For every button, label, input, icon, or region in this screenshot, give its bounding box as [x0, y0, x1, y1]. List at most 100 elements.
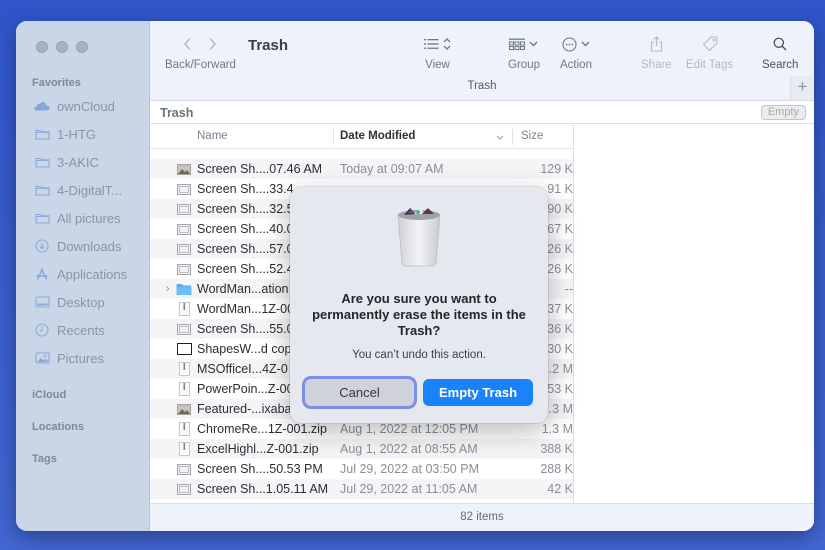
cancel-button[interactable]: Cancel	[305, 379, 414, 406]
screenshot-icon	[176, 202, 192, 216]
file-date-modified: Aug 1, 2022 at 08:55 AM	[340, 442, 478, 456]
file-name: ChromeRe...1Z-001.zip	[197, 422, 327, 436]
file-size: 42 K	[547, 482, 573, 496]
sidebar-item-desktop[interactable]: Desktop	[34, 291, 105, 313]
sidebar-item-downloads[interactable]: Downloads	[34, 235, 121, 257]
file-name: WordMan...ation	[197, 282, 289, 296]
zip-file-icon	[176, 302, 192, 316]
file-row[interactable]: ExcelHighl...Z-001.zip Aug 1, 2022 at 08:…	[150, 439, 573, 459]
sidebar-section-icloud[interactable]: iCloud	[32, 389, 66, 401]
file-size: 1.3 M	[541, 422, 573, 436]
photo-icon	[34, 351, 50, 365]
disclosure-triangle-icon[interactable]: ›	[166, 283, 170, 295]
file-row[interactable]: Screen Sh...1.05.11 AM Jul 29, 2022 at 11…	[150, 479, 573, 499]
chevron-up-down-icon	[443, 38, 451, 50]
screenshot-icon	[176, 242, 192, 256]
file-size: 30 K	[547, 342, 573, 356]
trash-full-icon	[397, 207, 441, 267]
clock-icon	[34, 323, 50, 337]
close-window-button[interactable]	[36, 41, 48, 53]
file-size: 26 K	[547, 242, 573, 256]
file-size: 53 K	[547, 382, 573, 396]
cloud-icon	[34, 99, 50, 113]
file-name: ShapesW...d cop	[197, 342, 292, 356]
forward-button[interactable]	[208, 37, 217, 51]
file-name: Screen Sh....57.0	[197, 242, 294, 256]
sidebar-item-recents[interactable]: Recents	[34, 319, 105, 341]
back-forward-control: Back/Forward	[165, 33, 236, 71]
folder-icon	[34, 211, 50, 225]
sidebar-item-3-akic[interactable]: 3-AKIC	[34, 151, 99, 173]
file-row[interactable]: Screen Sh....50.53 PM Jul 29, 2022 at 03:…	[150, 459, 573, 479]
chevron-down-icon	[529, 41, 538, 47]
file-name: Screen Sh....07.46 AM	[197, 162, 323, 176]
sidebar-section-locations[interactable]: Locations	[32, 421, 84, 433]
new-tab-button[interactable]: +	[790, 76, 814, 100]
action-button[interactable]: Action	[560, 33, 592, 71]
column-date-modified[interactable]: Date Modified	[340, 130, 415, 142]
sidebar-item-applications[interactable]: Applications	[34, 263, 127, 285]
file-size: 67 K	[547, 222, 573, 236]
list-view-icon	[424, 39, 439, 49]
document-icon	[176, 342, 192, 356]
column-size[interactable]: Size	[521, 130, 543, 142]
group-icon	[509, 38, 526, 50]
edit-tags-button[interactable]: Edit Tags	[686, 33, 733, 71]
folder-icon	[176, 282, 192, 296]
chevron-left-icon	[184, 38, 191, 50]
file-date-modified: Today at 09:07 AM	[340, 162, 444, 176]
file-size: 26 K	[547, 262, 573, 276]
dialog-question: Are you sure you want to permanently era…	[312, 291, 526, 338]
image-file-icon	[176, 162, 192, 176]
zoom-window-button[interactable]	[76, 41, 88, 53]
sidebar-item-4-digitalt[interactable]: 4-DigitalT...	[34, 179, 122, 201]
file-size: 90 K	[547, 202, 573, 216]
applications-icon	[34, 267, 50, 281]
file-date-modified: Jul 29, 2022 at 11:05 AM	[340, 482, 478, 496]
chevron-right-icon	[209, 38, 217, 50]
empty-trash-button[interactable]: Empty	[760, 105, 806, 120]
image-file-icon	[176, 402, 192, 416]
file-date-modified: Aug 1, 2022 at 12:05 PM	[340, 422, 479, 436]
tab-title[interactable]: Trash	[150, 80, 814, 92]
column-divider[interactable]	[333, 129, 334, 145]
file-row[interactable]: Screen Sh....07.46 AM Today at 09:07 AM 12…	[150, 159, 573, 179]
empty-trash-confirm-button[interactable]: Empty Trash	[423, 379, 533, 406]
tag-icon	[702, 36, 718, 52]
zip-file-icon	[176, 442, 192, 456]
window-controls	[36, 41, 88, 53]
file-name: WordMan...1Z-00	[197, 302, 295, 316]
sort-descending-icon[interactable]	[496, 135, 504, 140]
sidebar-item-pictures[interactable]: Pictures	[34, 347, 104, 369]
file-name: Screen Sh....33.4	[197, 182, 294, 196]
sidebar-item-owncloud[interactable]: ownCloud	[34, 95, 115, 117]
screenshot-icon	[176, 222, 192, 236]
file-size: --	[564, 282, 573, 296]
file-name: PowerPoin...Z-00	[197, 382, 294, 396]
more-icon	[562, 36, 577, 52]
minimize-window-button[interactable]	[56, 41, 68, 53]
sidebar-section-favorites: Favorites	[32, 77, 81, 89]
zip-file-icon	[176, 362, 192, 376]
screenshot-icon	[176, 262, 192, 276]
file-date-modified: Jul 29, 2022 at 03:50 PM	[340, 462, 479, 476]
screenshot-icon	[176, 322, 192, 336]
column-header: Name Date Modified Size	[150, 125, 573, 149]
sidebar-item-all-pictures[interactable]: All pictures	[34, 207, 121, 229]
share-button[interactable]: Share	[641, 33, 672, 71]
location-label: Trash	[160, 106, 194, 120]
download-icon	[34, 239, 50, 253]
sidebar-item-1-htg[interactable]: 1-HTG	[34, 123, 96, 145]
file-size: 129 K	[540, 162, 573, 176]
back-forward-label: Back/Forward	[165, 59, 236, 71]
view-button[interactable]: View	[424, 33, 451, 71]
group-button[interactable]: Group	[508, 33, 540, 71]
search-button[interactable]: Search	[762, 33, 798, 71]
status-bar: 82 items	[150, 503, 814, 531]
file-name: Screen Sh....50.53 PM	[197, 462, 323, 476]
column-divider[interactable]	[512, 129, 513, 145]
dialog-message: You can’t undo this action.	[352, 349, 486, 361]
sidebar-section-tags[interactable]: Tags	[32, 453, 57, 465]
back-button[interactable]	[183, 37, 192, 51]
column-name[interactable]: Name	[197, 130, 228, 142]
